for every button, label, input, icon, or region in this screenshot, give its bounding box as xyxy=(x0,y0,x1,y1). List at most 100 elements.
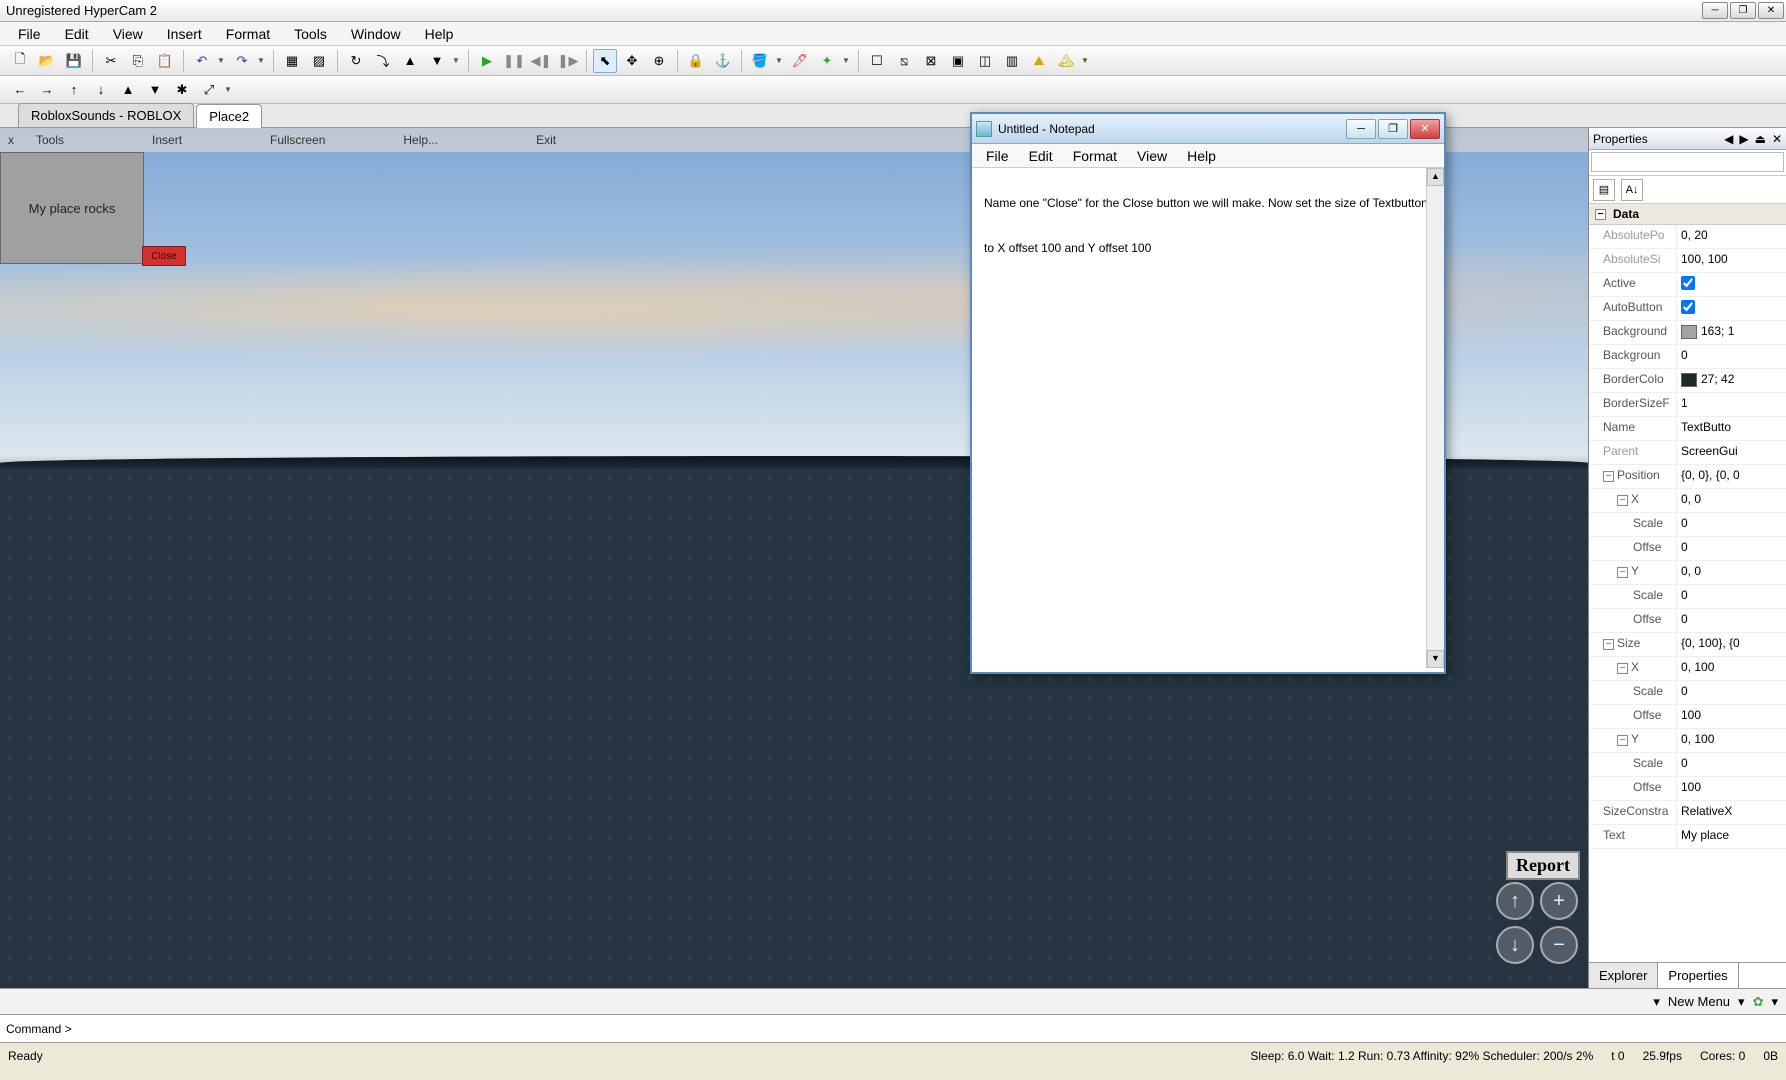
property-checkbox[interactable] xyxy=(1681,300,1695,314)
property-row[interactable]: Offse0 xyxy=(1589,537,1786,561)
panel-close-icon[interactable]: ✕ xyxy=(1772,132,1782,146)
ungroup-icon[interactable]: ▨ xyxy=(307,49,331,73)
viewport-fullscreen[interactable]: Fullscreen xyxy=(256,130,339,150)
property-value[interactable]: My place xyxy=(1677,825,1786,848)
gear-green-icon[interactable]: ✿ xyxy=(1753,994,1764,1010)
property-row[interactable]: ParentScreenGui xyxy=(1589,441,1786,465)
property-value[interactable]: 0 xyxy=(1677,753,1786,776)
property-value[interactable]: 27; 42 xyxy=(1677,369,1786,392)
property-row[interactable]: NameTextButto xyxy=(1589,417,1786,441)
property-row[interactable]: −Y0, 100 xyxy=(1589,729,1786,753)
select-tool-icon[interactable]: ⬉ xyxy=(593,49,617,73)
sel-box3-icon[interactable]: ⊠ xyxy=(919,49,943,73)
property-value[interactable]: {0, 0}, {0, 0 xyxy=(1677,465,1786,488)
property-row[interactable]: SizeConstraRelativeX xyxy=(1589,801,1786,825)
property-value[interactable]: 100 xyxy=(1677,777,1786,800)
property-row[interactable]: Scale0 xyxy=(1589,753,1786,777)
sort-az-icon[interactable]: A↓ xyxy=(1621,179,1643,201)
notepad-titlebar[interactable]: Untitled - Notepad ─ ❐ ✕ xyxy=(972,114,1444,144)
cut-icon[interactable]: ✂ xyxy=(99,49,123,73)
properties-body[interactable]: −DataAbsolutePo0, 20AbsoluteSi100, 100Ac… xyxy=(1589,204,1786,962)
command-bar[interactable]: Command > xyxy=(0,1014,1786,1042)
redo-icon[interactable]: ↷ xyxy=(230,49,254,73)
property-value[interactable]: 100, 100 xyxy=(1677,249,1786,272)
sel-box4-icon[interactable]: ▣ xyxy=(946,49,970,73)
step-fwd-icon[interactable]: ❚▶ xyxy=(556,49,580,73)
save-icon[interactable]: 💾 xyxy=(62,49,86,73)
axis-move-icon[interactable]: ⊕ xyxy=(647,49,671,73)
undo-icon[interactable]: ↶ xyxy=(190,49,214,73)
menu-file[interactable]: File xyxy=(8,23,51,45)
panel-nav-fwd-icon[interactable]: ▶ xyxy=(1739,132,1748,146)
expand-toggle-icon[interactable]: − xyxy=(1617,735,1628,746)
move-tool-icon[interactable]: ✥ xyxy=(620,49,644,73)
color-swatch[interactable] xyxy=(1681,325,1697,339)
property-row[interactable]: Backgroun0 xyxy=(1589,345,1786,369)
lock-icon[interactable]: 🔒 xyxy=(684,49,708,73)
tab-place2[interactable]: Place2 xyxy=(196,104,262,128)
surface-icon[interactable]: ✦ xyxy=(815,49,839,73)
expand-toggle-icon[interactable]: − xyxy=(1617,663,1628,674)
properties-tab[interactable]: Properties xyxy=(1658,963,1738,988)
step-back-icon[interactable]: ◀❚ xyxy=(529,49,553,73)
property-row[interactable]: −X0, 0 xyxy=(1589,489,1786,513)
notepad-close-button[interactable]: ✕ xyxy=(1410,119,1440,139)
menu-insert[interactable]: Insert xyxy=(157,23,212,45)
collapse-icon[interactable]: ✱ xyxy=(170,78,194,102)
arrow-solid-down-icon[interactable]: ▼ xyxy=(143,78,167,102)
tab-robloxsounds[interactable]: RobloxSounds - ROBLOX xyxy=(18,103,194,127)
arrow-right-icon[interactable]: → xyxy=(35,78,59,102)
scroll-up-icon[interactable]: ▲ xyxy=(1427,168,1444,186)
property-checkbox[interactable] xyxy=(1681,276,1695,290)
expand-toggle-icon[interactable]: − xyxy=(1603,471,1614,482)
property-row[interactable]: −X0, 100 xyxy=(1589,657,1786,681)
notepad-menu-format[interactable]: Format xyxy=(1063,145,1127,167)
property-value[interactable]: 0 xyxy=(1677,609,1786,632)
sel-box6-icon[interactable]: ▥ xyxy=(1000,49,1024,73)
property-row[interactable]: AbsoluteSi100, 100 xyxy=(1589,249,1786,273)
anchor-icon[interactable]: ⚓ xyxy=(711,49,735,73)
undo-dropdown-icon[interactable]: ▼ xyxy=(217,56,227,65)
explorer-tab[interactable]: Explorer xyxy=(1589,963,1658,988)
property-value[interactable]: {0, 100}, {0 xyxy=(1677,633,1786,656)
new-file-icon[interactable]: 🗋 xyxy=(8,49,32,73)
expand-toggle-icon[interactable]: − xyxy=(1603,639,1614,650)
notepad-menu-view[interactable]: View xyxy=(1127,145,1177,167)
paste-icon[interactable]: 📋 xyxy=(153,49,177,73)
new-menu-arrow-icon[interactable]: ▾ xyxy=(1738,994,1745,1010)
property-value[interactable]: TextButto xyxy=(1677,417,1786,440)
new-menu-dropdown-icon[interactable]: ▾ xyxy=(1653,994,1660,1010)
viewport-insert[interactable]: Insert xyxy=(138,130,196,150)
property-group-header[interactable]: −Data xyxy=(1589,204,1786,225)
play-icon[interactable]: ▶ xyxy=(475,49,499,73)
property-row[interactable]: AbsolutePo0, 20 xyxy=(1589,225,1786,249)
property-row[interactable]: Scale0 xyxy=(1589,513,1786,537)
property-row[interactable]: Background163; 1 xyxy=(1589,321,1786,345)
property-row[interactable]: AutoButton xyxy=(1589,297,1786,321)
arrow-up-icon[interactable]: ↑ xyxy=(62,78,86,102)
property-row[interactable]: −Y0, 0 xyxy=(1589,561,1786,585)
zoom-out-icon[interactable]: − xyxy=(1540,926,1578,964)
notepad-menu-help[interactable]: Help xyxy=(1177,145,1226,167)
property-row[interactable]: −Size{0, 100}, {0 xyxy=(1589,633,1786,657)
property-row[interactable]: BorderColo27; 42 xyxy=(1589,369,1786,393)
tilt-icon[interactable]: ⤵ xyxy=(371,49,395,73)
property-value[interactable]: 0 xyxy=(1677,585,1786,608)
property-row[interactable]: TextMy place xyxy=(1589,825,1786,849)
notepad-minimize-button[interactable]: ─ xyxy=(1346,119,1376,139)
collapse-icon[interactable]: − xyxy=(1595,209,1606,220)
scroll-down-icon[interactable]: ▼ xyxy=(1427,650,1444,668)
arrow-down-icon[interactable]: ↓ xyxy=(89,78,113,102)
property-value[interactable]: 163; 1 xyxy=(1677,321,1786,344)
camera-down-icon[interactable]: ↓ xyxy=(1496,926,1534,964)
property-row[interactable]: Offse100 xyxy=(1589,705,1786,729)
property-value[interactable] xyxy=(1677,273,1786,296)
notepad-window[interactable]: Untitled - Notepad ─ ❐ ✕ File Edit Forma… xyxy=(970,112,1446,674)
property-value[interactable]: 0 xyxy=(1677,681,1786,704)
viewport-help[interactable]: Help... xyxy=(389,130,452,150)
paint-dropdown-icon[interactable]: ▼ xyxy=(775,56,785,65)
property-row[interactable]: Scale0 xyxy=(1589,681,1786,705)
notepad-menu-file[interactable]: File xyxy=(976,145,1019,167)
property-value[interactable]: 0, 0 xyxy=(1677,561,1786,584)
menu-edit[interactable]: Edit xyxy=(55,23,99,45)
